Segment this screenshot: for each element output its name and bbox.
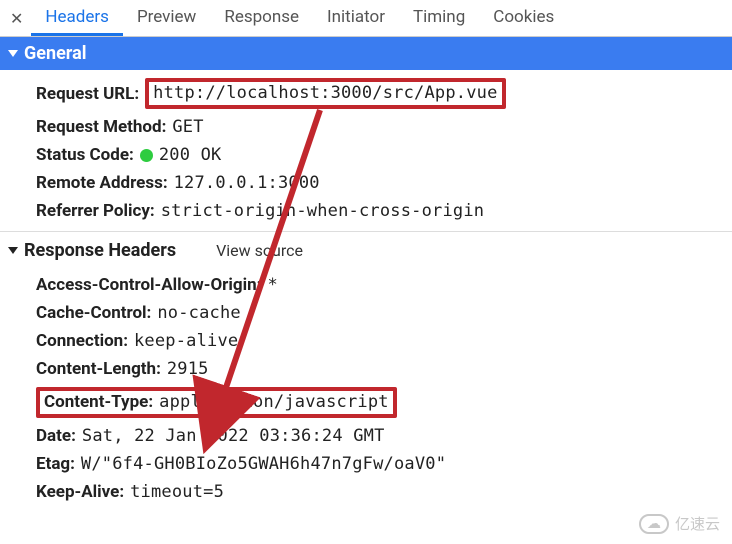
cache-control-value: no-cache [157,303,240,323]
response-headers-rows: Access-Control-Allow-Origin: * Cache-Con… [0,267,732,512]
view-source-link[interactable]: View source [216,241,303,260]
caret-down-icon [8,247,18,254]
tab-preview[interactable]: Preview [123,0,210,36]
etag-value: W/"6f4-GH0BIoZo5GWAH6h47n7gFw/oaV0" [81,454,446,474]
row-request-url: Request URL: http://localhost:3000/src/A… [0,74,732,113]
row-status-code: Status Code: 200 OK [0,141,732,169]
tab-initiator[interactable]: Initiator [313,0,399,36]
request-method-key: Request Method [36,117,162,137]
request-url-key: Request URL [36,84,134,104]
row-keep-alive: Keep-Alive: timeout=5 [0,478,732,506]
section-general-title: General [24,43,87,64]
date-value: Sat, 22 Jan 2022 03:36:24 GMT [82,426,385,446]
caret-down-icon [8,50,18,57]
highlight-content-type: Content-Type: application/javascript [36,387,397,418]
referrer-policy-key: Referrer Policy [36,201,150,221]
row-remote-address: Remote Address: 127.0.0.1:3000 [0,169,732,197]
row-referrer-policy: Referrer Policy: strict-origin-when-cros… [0,197,732,225]
row-content-length: Content-Length: 2915 [0,355,732,383]
highlight-request-url: http://localhost:3000/src/App.vue [145,78,505,109]
keep-alive-key: Keep-Alive [36,482,119,502]
remote-address-value: 127.0.0.1:3000 [174,173,320,193]
tab-timing[interactable]: Timing [399,0,479,36]
row-etag: Etag: W/"6f4-GH0BIoZo5GWAH6h47n7gFw/oaV0… [0,450,732,478]
etag-key: Etag [36,454,70,474]
general-rows: Request URL: http://localhost:3000/src/A… [0,70,732,231]
row-content-type: Content-Type: application/javascript [0,383,732,422]
row-date: Date: Sat, 22 Jan 2022 03:36:24 GMT [0,422,732,450]
request-url-value: http://localhost:3000/src/App.vue [153,83,497,103]
status-code-value: 200 OK [159,145,222,165]
cache-control-key: Cache-Control [36,303,147,323]
request-method-value: GET [172,117,203,137]
row-acao: Access-Control-Allow-Origin: * [0,271,732,299]
section-response-headers-header[interactable]: Response Headers View source [0,231,732,267]
tab-headers[interactable]: Headers [31,0,123,36]
connection-key: Connection [36,331,123,351]
status-code-key: Status Code [36,145,129,165]
tab-response[interactable]: Response [210,0,313,36]
watermark: ☁ 亿速云 [639,513,720,534]
referrer-policy-value: strict-origin-when-cross-origin [161,201,484,221]
content-type-value: application/javascript [159,392,389,412]
content-length-key: Content-Length [36,359,156,379]
section-general-header[interactable]: General [0,37,732,70]
section-response-headers-title: Response Headers [24,240,176,261]
keep-alive-value: timeout=5 [130,482,224,502]
cloud-icon: ☁ [639,514,669,534]
row-cache-control: Cache-Control: no-cache [0,299,732,327]
connection-value: keep-alive [134,331,238,351]
date-key: Date [36,426,71,446]
watermark-text: 亿速云 [675,513,720,534]
close-icon[interactable]: ✕ [6,9,31,28]
tab-bar: ✕ Headers Preview Response Initiator Tim… [0,0,732,37]
content-length-value: 2915 [167,359,209,379]
row-connection: Connection: keep-alive [0,327,732,355]
tab-cookies[interactable]: Cookies [479,0,568,36]
remote-address-key: Remote Address [36,173,163,193]
acao-value: * [267,275,277,295]
content-type-key: Content-Type [44,392,148,412]
row-request-method: Request Method: GET [0,113,732,141]
acao-key: Access-Control-Allow-Origin [36,275,257,295]
status-dot-icon [140,149,153,162]
